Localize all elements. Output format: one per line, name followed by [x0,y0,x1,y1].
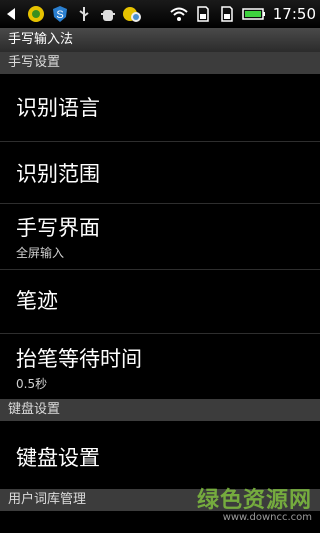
list-item-keyboard-settings[interactable]: 键盘设置 [0,442,320,472]
sd-card-icon [193,4,213,24]
svg-text:S: S [56,9,63,21]
list-item-recognition-language[interactable]: 识别语言 [0,92,320,122]
section-header-handwriting: 手写设置 [0,52,320,74]
list-item-handwriting-interface[interactable]: 手写界面 全屏输入 [0,212,320,261]
item-label: 识别范围 [16,162,100,186]
item-label: 抬笔等待时间 [16,347,142,371]
wifi-icon [169,4,189,24]
status-time: 17:50 [272,5,316,23]
list-item-recognition-range[interactable]: 识别范围 [0,158,320,188]
app-icon-2: S [50,4,70,24]
item-summary: 全屏输入 [16,246,65,260]
divider [0,141,320,142]
item-label: 识别语言 [16,96,100,120]
watermark-text: 绿色资源网 [196,488,312,513]
status-bar: S 17:50 [0,0,320,28]
divider [0,203,320,204]
usb-icon [74,4,94,24]
item-label: 手写界面 [16,216,100,240]
battery-icon [241,4,267,24]
watermark: 绿色资源网 www.downcc.com [197,482,312,523]
divider [0,333,320,334]
divider [0,269,320,270]
app-icon-3 [122,4,142,24]
section-header-keyboard: 键盘设置 [0,399,320,421]
sd-card-icon-2 [217,4,237,24]
page-title: 手写输入法 [0,28,320,52]
debug-icon [98,4,118,24]
item-summary: 0.5秒 [16,377,48,391]
item-label: 键盘设置 [16,446,100,470]
list-item-pen-up-wait-time[interactable]: 抬笔等待时间 0.5秒 [0,343,320,392]
item-label: 笔迹 [16,289,58,313]
app-icon-1 [26,4,46,24]
back-arrow-icon[interactable] [2,4,22,24]
list-item-stroke[interactable]: 笔迹 [0,285,320,315]
